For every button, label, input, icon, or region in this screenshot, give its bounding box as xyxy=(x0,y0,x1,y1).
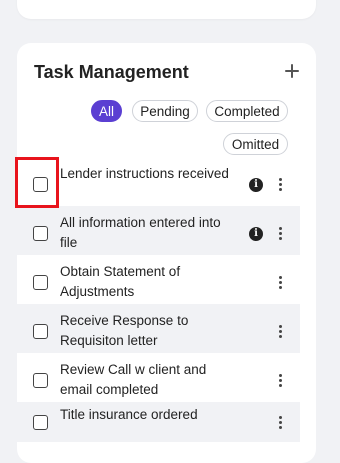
task-checkbox[interactable] xyxy=(33,415,48,430)
kebab-menu-icon[interactable] xyxy=(275,373,285,389)
kebab-menu-icon[interactable] xyxy=(275,177,285,193)
task-row: Receive Response to Requisiton letter xyxy=(17,304,300,353)
filter-completed[interactable]: Completed xyxy=(206,100,288,122)
highlight-box xyxy=(15,157,59,208)
kebab-menu-icon[interactable] xyxy=(275,275,285,291)
task-row: Obtain Statement of Adjustments xyxy=(17,255,300,304)
task-checkbox[interactable] xyxy=(33,275,48,290)
previous-card xyxy=(17,0,316,19)
task-checkbox[interactable] xyxy=(33,226,48,241)
task-row: All information entered into file i xyxy=(17,206,300,255)
task-label: Review Call w client and email completed xyxy=(60,362,207,397)
info-icon[interactable]: i xyxy=(249,178,263,192)
task-management-panel: Task Management All Pending Completed Om… xyxy=(17,43,316,463)
kebab-menu-icon[interactable] xyxy=(275,226,285,242)
task-label: All information entered into file xyxy=(60,215,221,250)
task-row: Lender instructions received i xyxy=(17,157,300,206)
kebab-menu-icon[interactable] xyxy=(275,324,285,340)
task-checkbox[interactable] xyxy=(33,324,48,339)
task-label: Receive Response to Requisiton letter xyxy=(60,313,189,348)
task-label: Title insurance ordered xyxy=(60,407,198,422)
filter-all[interactable]: All xyxy=(91,100,122,122)
filter-pending[interactable]: Pending xyxy=(132,100,198,122)
task-label: Lender instructions received xyxy=(60,166,229,181)
task-row: Title insurance ordered xyxy=(17,402,300,442)
task-label: Obtain Statement of Adjustments xyxy=(60,264,181,299)
task-row: Review Call w client and email completed xyxy=(17,353,300,402)
plus-icon[interactable] xyxy=(282,61,302,81)
info-icon[interactable]: i xyxy=(249,227,263,241)
panel-title: Task Management xyxy=(34,62,189,82)
filter-omitted[interactable]: Omitted xyxy=(223,133,288,155)
kebab-menu-icon[interactable] xyxy=(275,415,285,431)
task-checkbox[interactable] xyxy=(33,373,48,388)
